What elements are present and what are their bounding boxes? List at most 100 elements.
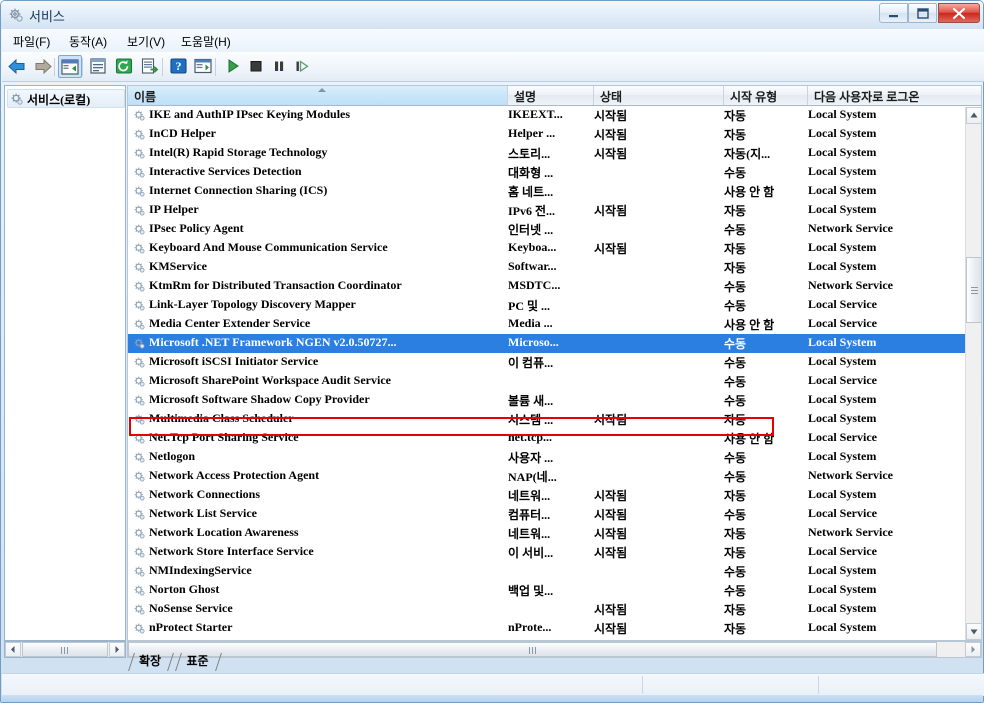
table-row[interactable]: Keyboard And Mouse Communication Service… <box>128 239 981 258</box>
table-row[interactable]: KtmRm for Distributed Transaction Coordi… <box>128 277 981 296</box>
maximize-button[interactable] <box>908 3 937 23</box>
table-row[interactable]: Interactive Services Detection 대화형 ... 수동 L… <box>128 163 981 182</box>
cell-log-on-as: Local Service <box>808 430 877 444</box>
cell-service-name: NMIndexingService <box>149 563 252 577</box>
cell-description: 백업 및... <box>508 584 554 598</box>
restart-service-button[interactable] <box>290 55 314 78</box>
column-header-name[interactable]: 이름 <box>128 86 508 105</box>
tab-extended[interactable]: 확장 <box>127 653 171 671</box>
table-row[interactable]: Microsoft Software Shadow Copy Provider 볼… <box>128 391 981 410</box>
properties-button[interactable] <box>86 55 110 78</box>
list-vertical-scrollbar[interactable] <box>965 107 982 640</box>
tree-scroll-left-button[interactable] <box>5 642 21 657</box>
tab-standard[interactable]: 표준 <box>174 653 218 671</box>
scroll-right-button[interactable] <box>965 642 981 657</box>
cell-log-on-as: Local System <box>808 582 877 596</box>
cell-startup-type: 자동 <box>724 546 747 560</box>
table-row[interactable]: NoSense Service 시작됨 자동 Local System <box>128 600 981 619</box>
table-row[interactable]: Intel(R) Rapid Storage Technology 스토리... 시… <box>128 144 981 163</box>
table-row[interactable]: Microsoft SharePoint Workspace Audit Ser… <box>128 372 981 391</box>
scroll-up-button[interactable] <box>966 107 982 124</box>
cell-description: 대화형 ... <box>508 166 554 180</box>
cell-log-on-as: Local Service <box>808 316 877 330</box>
show-hide-tree-button[interactable] <box>58 55 82 78</box>
table-row[interactable]: Net.Tcp Port Sharing Service net.tcp... 사용… <box>128 429 981 448</box>
scroll-down-button[interactable] <box>966 623 982 640</box>
pause-service-button[interactable] <box>267 55 291 78</box>
cell-status: 시작됨 <box>594 128 628 142</box>
table-row[interactable]: KMService Softwar... 자동 Local System <box>128 258 981 277</box>
cell-startup-type: 수동 <box>724 356 747 370</box>
forward-button[interactable] <box>31 55 55 78</box>
column-header-label: 설명 <box>514 90 537 104</box>
export-list-button[interactable] <box>138 55 162 78</box>
table-row[interactable]: Network Access Protection Agent NAP(네... 수… <box>128 467 981 486</box>
table-row[interactable]: nProtect Starter nProte... 시작됨 자동 Local Syst… <box>128 619 981 638</box>
tree-scroll-thumb[interactable] <box>22 642 108 657</box>
table-row[interactable]: Internet Connection Sharing (ICS) 홈 네트...… <box>128 182 981 201</box>
table-row[interactable]: Link-Layer Topology Discovery Mapper PC 및… <box>128 296 981 315</box>
table-row[interactable]: Network Connections 네트워... 시작됨 자동 Local Syst… <box>128 486 981 505</box>
menu-help[interactable]: 도움말(H) <box>174 32 238 50</box>
table-row[interactable]: Network Store Interface Service 이 서비... 시작… <box>128 543 981 562</box>
close-button[interactable] <box>938 3 980 23</box>
table-row[interactable]: NMIndexingService 수동 Local System <box>128 562 981 581</box>
tree-horizontal-scrollbar[interactable] <box>4 641 126 658</box>
show-action-pane-button[interactable] <box>191 55 215 78</box>
table-row[interactable]: Multimedia Class Scheduler 시스템 ... 시작됨 자동 Lo… <box>128 410 981 429</box>
table-row[interactable]: IPsec Policy Agent 인터넷 ... 수동 Network Servi… <box>128 220 981 239</box>
table-row[interactable]: Network List Service 컴퓨터... 시작됨 수동 Local Ser… <box>128 505 981 524</box>
title-bar: 서비스 <box>1 1 983 29</box>
view-tabs: 확장 표준 <box>127 653 219 671</box>
table-row[interactable]: InCD Helper Helper ... 시작됨 자동 Local System <box>128 125 981 144</box>
back-button[interactable] <box>5 55 29 78</box>
services-gear-icon <box>10 92 24 106</box>
services-list-rows[interactable]: IKE and AuthIP IPsec Keying Modules IKEEX… <box>127 106 982 641</box>
refresh-button[interactable] <box>112 55 136 78</box>
cell-log-on-as: Local System <box>808 259 877 273</box>
table-row[interactable]: IP Helper IPv6 전... 시작됨 자동 Local System <box>128 201 981 220</box>
column-header-startup-type[interactable]: 시작 유형 <box>724 86 808 105</box>
cell-service-name: IKE and AuthIP IPsec Keying Modules <box>149 107 351 121</box>
cell-startup-type: 자동 <box>724 242 747 256</box>
stop-service-button[interactable] <box>244 55 268 78</box>
table-row[interactable]: Norton Ghost 백업 및... 수동 Local System <box>128 581 981 600</box>
service-gear-icon <box>133 185 146 198</box>
table-row[interactable]: Microsoft .NET Framework NGEN v2.0.50727… <box>128 334 981 353</box>
cell-log-on-as: Local System <box>808 449 877 463</box>
cell-startup-type: 자동(지... <box>724 147 771 161</box>
service-gear-icon <box>133 432 146 445</box>
column-header-log-on-as[interactable]: 다음 사용자로 로그온 <box>808 86 981 105</box>
services-gear-icon <box>8 7 24 23</box>
menu-file[interactable]: 파일(F) <box>6 32 57 50</box>
cell-startup-type: 수동 <box>724 375 747 389</box>
tree-item-label: 서비스(로컬) <box>27 93 91 107</box>
column-header-status[interactable]: 상태 <box>594 86 724 105</box>
scroll-thumb[interactable] <box>966 257 982 323</box>
service-gear-icon <box>133 128 146 141</box>
service-gear-icon <box>133 546 146 559</box>
menu-bar: 파일(F) 동작(A) 보기(V) 도움말(H) <box>2 29 984 53</box>
cell-log-on-as: Local System <box>808 392 877 406</box>
cell-description: 시스템 ... <box>508 413 554 427</box>
table-row[interactable]: Microsoft iSCSI Initiator Service 이 컴퓨...… <box>128 353 981 372</box>
list-horizontal-scrollbar[interactable] <box>127 641 982 658</box>
table-row[interactable]: Media Center Extender Service Media ... 사용… <box>128 315 981 334</box>
menu-action[interactable]: 동작(A) <box>62 32 114 50</box>
cell-service-name: Norton Ghost <box>149 582 220 596</box>
tree-item-services-local[interactable]: 서비스(로컬) <box>7 89 125 108</box>
table-row[interactable]: Network Location Awareness 네트워... 시작됨 자동 Net… <box>128 524 981 543</box>
scroll-thumb-horizontal[interactable] <box>128 642 937 657</box>
service-gear-icon <box>133 527 146 540</box>
service-gear-icon <box>133 489 146 502</box>
service-gear-icon <box>133 223 146 236</box>
tree-scroll-right-button[interactable] <box>109 642 125 657</box>
service-gear-icon <box>133 603 146 616</box>
help-button[interactable]: ? <box>166 55 190 78</box>
minimize-button[interactable] <box>879 3 908 23</box>
table-row[interactable]: Netlogon 사용자 ... 수동 Local System <box>128 448 981 467</box>
menu-view[interactable]: 보기(V) <box>120 32 172 50</box>
table-row[interactable]: IKE and AuthIP IPsec Keying Modules IKEEX… <box>128 106 981 125</box>
start-service-button[interactable] <box>221 55 245 78</box>
column-header-description[interactable]: 설명 <box>508 86 594 105</box>
